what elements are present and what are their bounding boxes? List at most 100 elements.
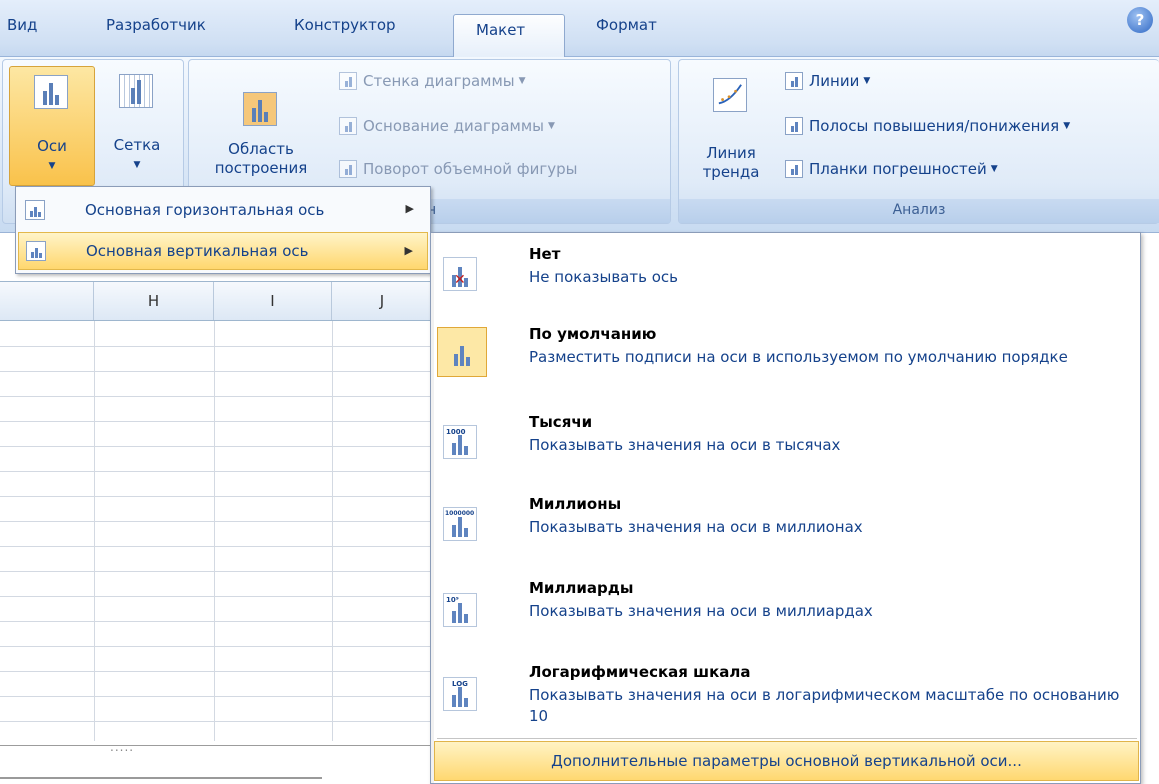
updown-bars-icon — [785, 117, 803, 135]
column-header-i[interactable]: I — [214, 282, 332, 320]
axes-icon — [34, 75, 68, 109]
option-title: Логарифмическая шкала — [529, 663, 751, 681]
grid-line — [0, 671, 435, 672]
grid-line — [0, 446, 435, 447]
error-bars-icon — [785, 160, 803, 178]
grid-line — [0, 571, 435, 572]
axis-default-icon — [437, 327, 487, 377]
vertical-axis-icon — [26, 241, 46, 261]
chart-floor-icon — [339, 117, 357, 135]
grid-line — [0, 346, 435, 347]
grid-line — [0, 471, 435, 472]
help-icon[interactable]: ? — [1127, 7, 1153, 33]
grid-line — [0, 646, 435, 647]
axis-millions-icon: 1000000 — [443, 507, 477, 541]
lines-icon — [785, 72, 803, 90]
plot-area-icon — [243, 92, 277, 126]
option-title: Миллионы — [529, 495, 622, 513]
column-header-g[interactable] — [0, 282, 94, 320]
column-header-h[interactable]: H — [94, 282, 214, 320]
option-title: Миллиарды — [529, 579, 634, 597]
option-none[interactable]: ✕ Нет Не показывать ось — [437, 245, 1135, 315]
group-analysis-label: Анализ — [679, 199, 1159, 223]
menu-gutter — [431, 233, 434, 783]
excel-window: Вид Разработчик Конструктор Макет Формат… — [0, 0, 1159, 784]
grid-line — [0, 396, 435, 397]
grid-label: Сетка — [113, 136, 161, 154]
tab-developer[interactable]: Разработчик — [106, 16, 206, 34]
option-desc: Показывать значения на оси в миллиардах — [529, 602, 873, 620]
option-desc: Показывать значения на оси в миллионах — [529, 518, 863, 536]
option-desc: Не показывать ось — [529, 268, 678, 286]
chart-floor-button[interactable]: Основание диаграммы ▼ — [339, 117, 555, 135]
option-title: По умолчанию — [529, 325, 657, 343]
tab-format[interactable]: Формат — [596, 16, 657, 34]
plot-area-label-line2: построения — [214, 159, 308, 177]
chevron-down-icon: ▼ — [133, 160, 141, 170]
axis-log-icon: LOG — [443, 677, 477, 711]
more-vertical-axis-options[interactable]: Дополнительные параметры основной вертик… — [434, 741, 1139, 781]
plot-area-label-line1: Область — [228, 140, 294, 158]
axis-none-icon: ✕ — [443, 257, 477, 291]
axes-button[interactable]: Оси ▼ — [9, 66, 95, 186]
grid-line — [0, 496, 435, 497]
chevron-down-icon: ▼ — [48, 161, 56, 171]
option-default[interactable]: По умолчанию Разместить подписи на оси в… — [437, 325, 1135, 403]
sheet-scroll-grip[interactable]: ..... — [110, 740, 134, 754]
submenu-arrow-icon: ▶ — [405, 202, 414, 215]
grid-icon — [119, 74, 153, 108]
option-title: Нет — [529, 245, 561, 263]
menu-item-label: Основная горизонтальная ось — [85, 201, 325, 219]
grid-button[interactable]: Сетка ▼ — [99, 66, 175, 186]
tab-view[interactable]: Вид — [7, 16, 37, 34]
3d-rotation-button[interactable]: Поворот объемной фигуры — [339, 160, 577, 178]
axes-label: Оси — [37, 137, 67, 155]
plot-area-button[interactable]: Область построения — [197, 66, 325, 196]
horizontal-axis-icon — [25, 200, 45, 220]
menu-item-label: Основная вертикальная ось — [86, 242, 309, 260]
chart-wall-button[interactable]: Стенка диаграммы ▼ — [339, 72, 526, 90]
group-analysis: Линия тренда Линии ▼ Полосы повышения/пон… — [678, 59, 1159, 224]
column-header-j[interactable]: J — [332, 282, 432, 320]
axis-thousands-icon: 1000 — [443, 425, 477, 459]
option-desc: Показывать значения на оси в логарифмиче… — [529, 686, 1120, 725]
option-thousands[interactable]: 1000 Тысячи Показывать значения на оси в… — [437, 413, 1135, 483]
option-logarithmic[interactable]: LOG Логарифмическая шкала Показывать зна… — [437, 663, 1135, 733]
trendline-label-line1: Линия — [706, 144, 756, 162]
column-headers: H I J — [0, 281, 435, 321]
vertical-axis-submenu: ✕ Нет Не показывать ось По умолчанию Раз… — [430, 232, 1141, 784]
option-desc: Разместить подписи на оси в используемом… — [529, 348, 1068, 366]
tab-layout[interactable]: Макет — [453, 14, 565, 58]
menu-item-primary-vertical-axis[interactable]: Основная вертикальная ось ▶ — [18, 232, 428, 270]
grid-line — [0, 696, 435, 697]
trendline-label-line2: тренда — [702, 163, 760, 181]
grid-line — [0, 621, 435, 622]
option-title: Тысячи — [529, 413, 593, 431]
chart-wall-icon — [339, 72, 357, 90]
grid-line — [0, 371, 435, 372]
option-desc: Показывать значения на оси в тысячах — [529, 436, 841, 454]
error-bars-button[interactable]: Планки погрешностей ▼ — [785, 160, 998, 178]
divider — [0, 777, 322, 779]
menu-item-primary-horizontal-axis[interactable]: Основная горизонтальная ось ▶ — [18, 191, 428, 229]
grid-line — [0, 596, 435, 597]
ribbon-tab-bar: Вид Разработчик Конструктор Макет Формат… — [0, 0, 1159, 58]
grid-line — [0, 745, 435, 746]
grid-line — [214, 321, 215, 741]
grid-line — [0, 421, 435, 422]
option-millions[interactable]: 1000000 Миллионы Показывать значения на … — [437, 495, 1135, 565]
lines-button[interactable]: Линии ▼ — [785, 72, 870, 90]
menu-separator — [437, 738, 1137, 739]
trendline-button[interactable]: Линия тренда — [683, 66, 779, 196]
axes-menu: Основная горизонтальная ось ▶ Основная в… — [15, 186, 431, 274]
grid-line — [0, 721, 435, 722]
trendline-icon — [713, 78, 747, 112]
tab-layout-label: Макет — [476, 21, 526, 39]
grid-line — [0, 521, 435, 522]
grid-line — [0, 546, 435, 547]
option-billions[interactable]: 10⁹ Миллиарды Показывать значения на оси… — [437, 579, 1135, 649]
3d-rotation-icon — [339, 160, 357, 178]
updown-bars-button[interactable]: Полосы повышения/понижения ▼ — [785, 117, 1070, 135]
tab-design[interactable]: Конструктор — [294, 16, 396, 34]
grid-line — [332, 321, 333, 741]
